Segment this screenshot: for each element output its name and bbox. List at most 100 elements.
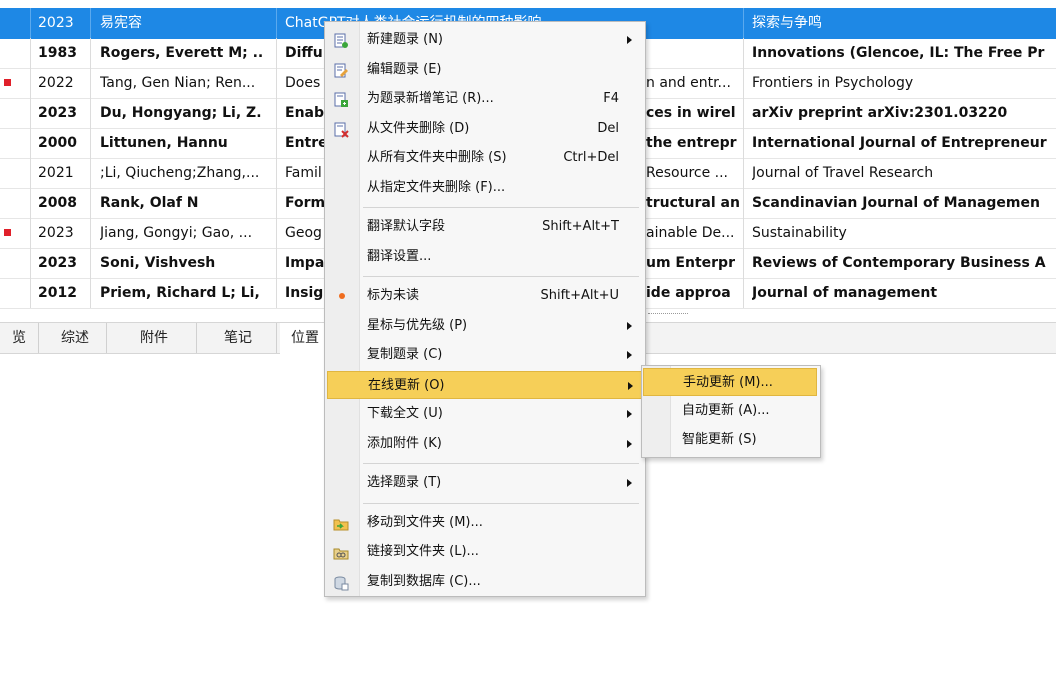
submenu-arrow-icon [628,381,633,390]
column-divider [743,38,744,68]
column-divider [90,248,91,278]
context-menu: 新建题录 (N) 编辑题录 (E) 为题录新增笔记 (R)... F4 从文件夹删除 (… [324,21,646,597]
submenu-arrow-icon [627,479,632,487]
column-divider [90,158,91,188]
menu-item-o[interactable]: 在线更新 (O) [327,370,643,399]
menu-item-label: 复制到数据库 (C)... [367,573,481,589]
submenu-item-auto-update[interactable]: 自动更新 (A)... [642,397,818,425]
menu-item-l[interactable]: 链接到文件夹 (L)... [325,538,643,566]
year-cell: 2024 [38,0,88,8]
menu-item-label: 为题录新增笔记 (R)... [367,91,494,106]
column-divider [276,38,277,68]
menu-item-label: 星标与优先级 (P) [367,317,468,333]
title-cell-tail: ainable De... [646,225,735,241]
submenu-arrow-icon [627,351,632,359]
column-divider [90,278,91,308]
column-divider [276,98,277,128]
column-divider [90,8,91,38]
column-divider [743,188,744,218]
menu-item-k[interactable]: 添加附件 (K) [325,430,643,458]
menu-item-d[interactable]: 从文件夹删除 (D) Del [325,115,643,143]
submenu-item-smart-update[interactable]: 智能更新 (S) [642,426,818,454]
menu-item-label: 编辑题录 (E) [367,61,442,77]
flag-icon [4,79,11,86]
tab-overview[interactable]: 览 [0,323,39,353]
column-divider [276,248,277,278]
menu-item-s[interactable]: 从所有文件夹中删除 (S) Ctrl+Del [325,144,643,172]
menu-item-n[interactable]: 新建题录 (N) [325,26,643,54]
author-cell: Soni, Vishvesh [100,255,216,271]
tab-label: 笔记 [224,330,252,346]
menu-item-label: 在线更新 (O) [368,377,445,393]
tab-attachments[interactable]: 附件 [112,323,197,353]
menu-item-shortcut: F4 [603,91,619,106]
author-cell: Jiang, Gongyi; Gao, ... [100,225,253,241]
tab-label: 附件 [140,330,168,346]
menu-item-label: 从所有文件夹中删除 (S) [367,150,507,165]
column-divider [30,158,31,188]
menu-item-c[interactable]: 复制题录 (C) [325,341,643,369]
title-cell-tail [646,8,742,38]
menu-item-shortcut: Del [597,120,619,136]
menu-item-e[interactable]: 编辑题录 (E) [325,56,643,84]
menu-item-p[interactable]: 星标与优先级 (P) [325,312,643,340]
splitter-handle[interactable] [648,313,688,316]
menu-item-u[interactable]: 下载全文 (U) [325,400,643,428]
title-cell-tail: ide approa [646,285,731,301]
source-cell: 探索与争鸣 [752,15,822,31]
tab-summary[interactable]: 综述 [44,323,107,353]
column-divider [743,68,744,98]
flag-icon [4,229,11,236]
title-cell: Enab [285,105,324,121]
menu-item-t[interactable]: 选择题录 (T) [325,469,643,497]
menu-item-label: 翻译默认字段 [367,219,446,234]
menu-item-m[interactable]: 移动到文件夹 (M)... [325,509,643,537]
menu-item-item-7[interactable]: 翻译默认字段 Shift+Alt+T [325,213,643,241]
column-divider [30,38,31,68]
title-cell-tail: tructural an [646,195,740,211]
menu-item-c[interactable]: 复制到数据库 (C)... [325,568,643,596]
title-cell-tail [646,38,742,68]
delete-from-folder-icon [333,121,349,138]
menu-item-shortcut: Shift+Alt+U [540,288,619,303]
column-divider [276,68,277,98]
source-cell: Innovations (Glencoe, IL: The Free Pr [752,45,1045,61]
online-update-submenu: 手动更新 (M)... 自动更新 (A)... 智能更新 (S) [641,365,821,458]
title-cell-tail: the entrepr [646,135,737,151]
column-divider [743,158,744,188]
title-cell: Impa [285,255,325,271]
new-record-icon [333,32,349,48]
title-cell: Geog [285,225,322,241]
column-divider [30,248,31,278]
column-divider [30,98,31,128]
tab-label: 综述 [61,330,89,346]
tab-notes[interactable]: 笔记 [200,323,277,353]
edit-record-icon [333,62,349,78]
tab-label: 位置 [291,330,319,346]
title-cell-tail: ces in wirel [646,105,736,121]
menu-item-label: 从文件夹删除 (D) [367,120,470,136]
column-divider [90,68,91,98]
menu-item-label: 翻译设置... [367,248,432,264]
menu-item-label: 添加附件 (K) [367,435,442,451]
menu-item-item-8[interactable]: 翻译设置... [325,243,643,271]
author-cell: Tang, Gen Nian; Ren... [100,75,256,91]
year-cell: 2023 [38,255,77,271]
author-cell: Rogers, Everett M; .. [100,45,264,61]
year-cell: 2008 [38,195,77,211]
menu-item-r[interactable]: 为题录新增笔记 (R)... F4 [325,85,643,113]
year-cell: 2012 [38,285,77,301]
menu-item-f[interactable]: 从指定文件夹删除 (F)... [325,174,643,202]
submenu-item-manual-update[interactable]: 手动更新 (M)... [643,368,817,396]
column-divider [276,8,277,38]
author-cell: 男 已河,河湖,闲收同 [100,0,275,8]
column-divider [743,128,744,158]
year-cell: 1983 [38,45,77,61]
menu-item-item-10[interactable]: 标为未读 Shift+Alt+U [325,282,643,310]
title-cell: Does [285,75,321,91]
year-cell: 2023 [38,15,74,31]
column-divider [743,248,744,278]
source-cell: Frontiers in Psychology [752,75,914,91]
year-cell: 2021 [38,165,74,181]
menu-item-label: 链接到文件夹 (L)... [367,544,479,559]
